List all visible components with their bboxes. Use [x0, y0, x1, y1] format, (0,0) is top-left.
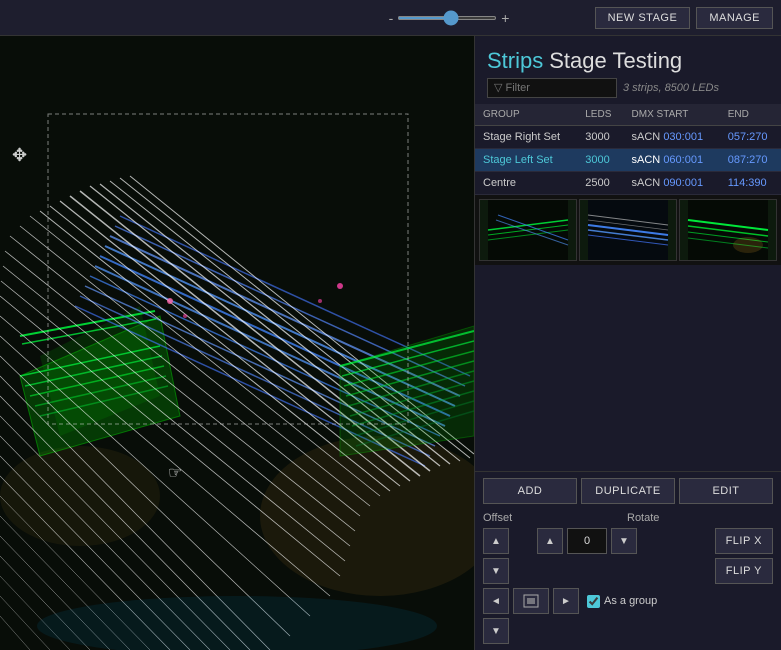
move-down-button[interactable]: ▼ [483, 618, 509, 644]
thumb-2[interactable] [579, 199, 677, 261]
filter-row: 3 strips, 8500 LEDs [475, 78, 781, 104]
flip-x-button[interactable]: FLIP X [715, 528, 773, 554]
offset-up-button[interactable]: ▲ [483, 528, 509, 554]
rotate-up-button[interactable]: ▲ [537, 528, 563, 554]
thumbnail-strip [475, 195, 781, 265]
as-group-label: As a group [604, 595, 657, 607]
cell-end: 057:270 [720, 126, 781, 149]
move-down-row: ▼ [483, 618, 773, 644]
groups-table: GROUP LEDS DMX START END Stage Right Set… [475, 104, 781, 195]
controls-row-2: ▼ FLIP Y [483, 558, 773, 584]
rotate-value-input[interactable] [567, 528, 607, 554]
table-row[interactable]: Stage Left Set3000sACN 060:001087:270 [475, 149, 781, 172]
cell-end: 087:270 [720, 149, 781, 172]
col-leds: LEDS [577, 104, 623, 126]
title-rest: Stage Testing [549, 48, 682, 74]
col-end: END [720, 104, 781, 126]
center-icon [522, 593, 540, 609]
zoom-minus[interactable]: - [389, 10, 394, 26]
manage-button[interactable]: MANAGE [696, 7, 773, 29]
subtitle-label: 3 strips, 8500 LEDs [623, 82, 719, 94]
scene-svg: ✥ ☞ [0, 36, 474, 650]
bottom-controls: ADD DUPLICATE EDIT Offset Rotate ▲ ▲ ▼ F… [475, 471, 781, 650]
cell-end: 114:390 [720, 172, 781, 195]
table-row[interactable]: Stage Right Set3000sACN 030:001057:270 [475, 126, 781, 149]
cell-group: Stage Left Set [475, 149, 577, 172]
thumb-1[interactable] [479, 199, 577, 261]
svg-text:☞: ☞ [168, 465, 182, 482]
thumb-3[interactable] [679, 199, 777, 261]
cell-leds: 3000 [577, 126, 623, 149]
cell-leds: 2500 [577, 172, 623, 195]
group-checkbox-wrap: As a group [587, 595, 657, 608]
table-row[interactable]: Centre2500sACN 090:001114:390 [475, 172, 781, 195]
canvas-area[interactable]: ✥ ☞ [0, 36, 474, 650]
move-right-button[interactable]: ► [553, 588, 579, 614]
rotate-label: Rotate [627, 512, 707, 524]
cell-dmx-start: sACN 060:001 [624, 149, 720, 172]
action-row: ADD DUPLICATE EDIT [483, 478, 773, 504]
top-bar: - + NEW STAGE MANAGE [0, 0, 781, 36]
label-row: Offset Rotate [483, 512, 773, 524]
controls-row-1: ▲ ▲ ▼ FLIP X [483, 528, 773, 554]
add-button[interactable]: ADD [483, 478, 577, 504]
filter-input[interactable] [487, 78, 617, 98]
col-dmx-start: DMX START [624, 104, 720, 126]
new-stage-button[interactable]: NEW STAGE [595, 7, 691, 29]
rotate-down-button[interactable]: ▼ [611, 528, 637, 554]
cell-dmx-start: sACN 090:001 [624, 172, 720, 195]
zoom-slider[interactable] [397, 16, 497, 20]
col-group: GROUP [475, 104, 577, 126]
table-body: Stage Right Set3000sACN 030:001057:270St… [475, 126, 781, 195]
svg-text:✥: ✥ [12, 145, 27, 165]
edit-button[interactable]: EDIT [679, 478, 773, 504]
as-group-checkbox[interactable] [587, 595, 600, 608]
group-row: ◄ ► As a group [483, 588, 773, 614]
cell-group: Centre [475, 172, 577, 195]
zoom-plus[interactable]: + [501, 10, 509, 26]
cell-leds: 3000 [577, 149, 623, 172]
right-panel: Strips Stage Testing 3 strips, 8500 LEDs… [474, 36, 781, 650]
move-left-button[interactable]: ◄ [483, 588, 509, 614]
offset-down-button[interactable]: ▼ [483, 558, 509, 584]
table-container: GROUP LEDS DMX START END Stage Right Set… [475, 104, 781, 195]
flip-y-button[interactable]: FLIP Y [715, 558, 773, 584]
duplicate-button[interactable]: DUPLICATE [581, 478, 675, 504]
title-strips: Strips [487, 48, 543, 74]
offset-label: Offset [483, 512, 563, 524]
panel-title: Strips Stage Testing [475, 36, 781, 78]
cell-dmx-start: sACN 030:001 [624, 126, 720, 149]
center-icon-button[interactable] [513, 588, 549, 614]
zoom-slider-container: - + [389, 10, 589, 26]
scene-background: ✥ ☞ [0, 36, 474, 650]
cell-group: Stage Right Set [475, 126, 577, 149]
